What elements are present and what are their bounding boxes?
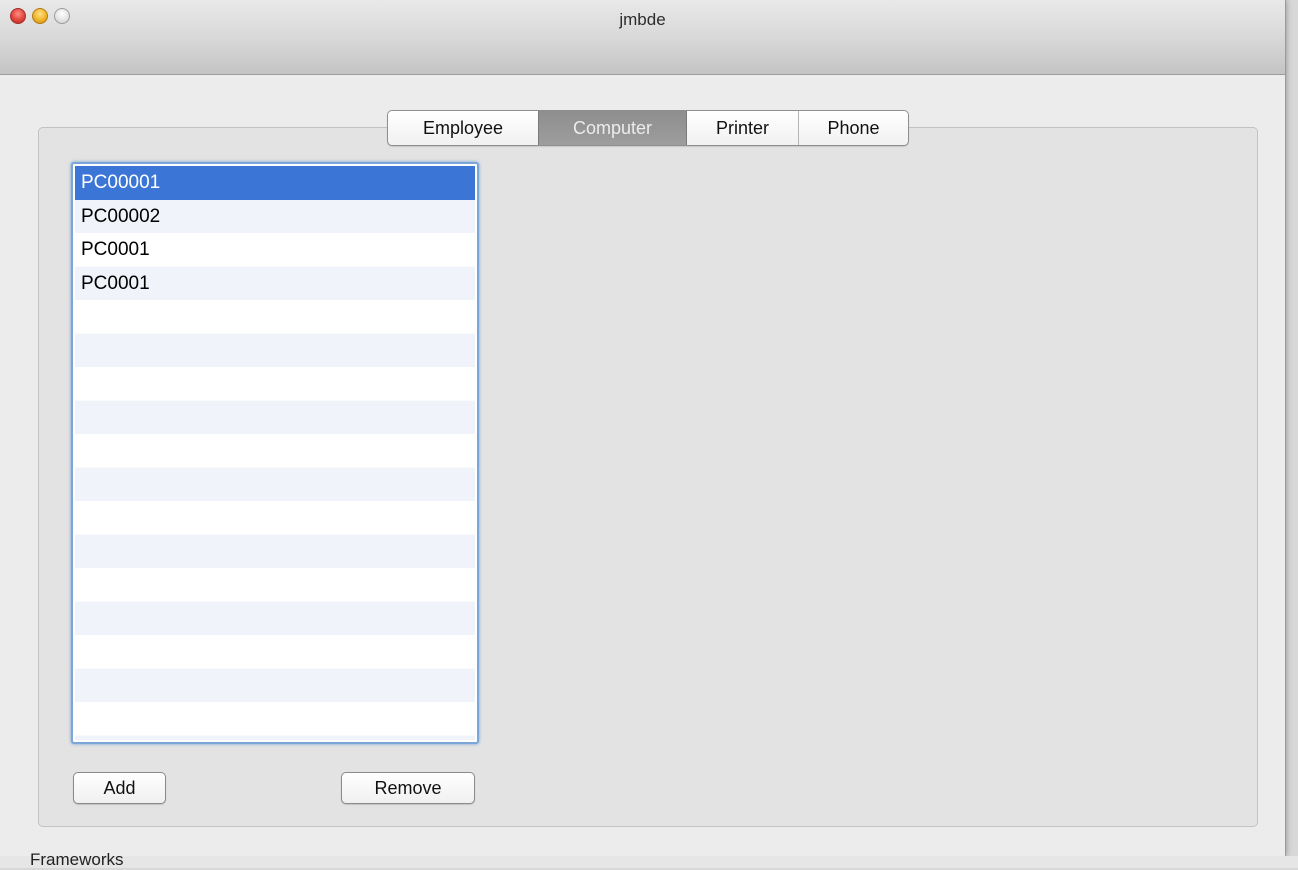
background-folder-label: Frameworks (30, 850, 124, 869)
computer-list-rows: PC00001 PC00002 PC0001 PC0001 (75, 166, 475, 740)
list-item[interactable]: PC00001 (75, 166, 475, 200)
tab-computer[interactable]: Computer (538, 111, 686, 145)
tab-bar: Employee Computer Printer Phone (387, 110, 909, 146)
add-button[interactable]: Add (73, 772, 166, 804)
remove-button[interactable]: Remove (341, 772, 475, 804)
list-item[interactable]: PC00002 (75, 200, 475, 234)
tab-phone[interactable]: Phone (798, 111, 908, 145)
window-content: Employee Computer Printer Phone PC00001 … (0, 75, 1285, 856)
background-window: Frameworks (0, 850, 1298, 869)
tab-printer[interactable]: Printer (686, 111, 798, 145)
title-bar[interactable]: jmbde (0, 0, 1285, 75)
window-title: jmbde (619, 10, 666, 29)
computer-list[interactable]: PC00001 PC00002 PC0001 PC0001 (71, 162, 479, 744)
list-item[interactable]: PC0001 (75, 233, 475, 267)
tab-employee[interactable]: Employee (388, 111, 538, 145)
app-window: jmbde Employee Computer Printer Phone PC… (0, 0, 1286, 856)
list-item[interactable]: PC0001 (75, 267, 475, 301)
